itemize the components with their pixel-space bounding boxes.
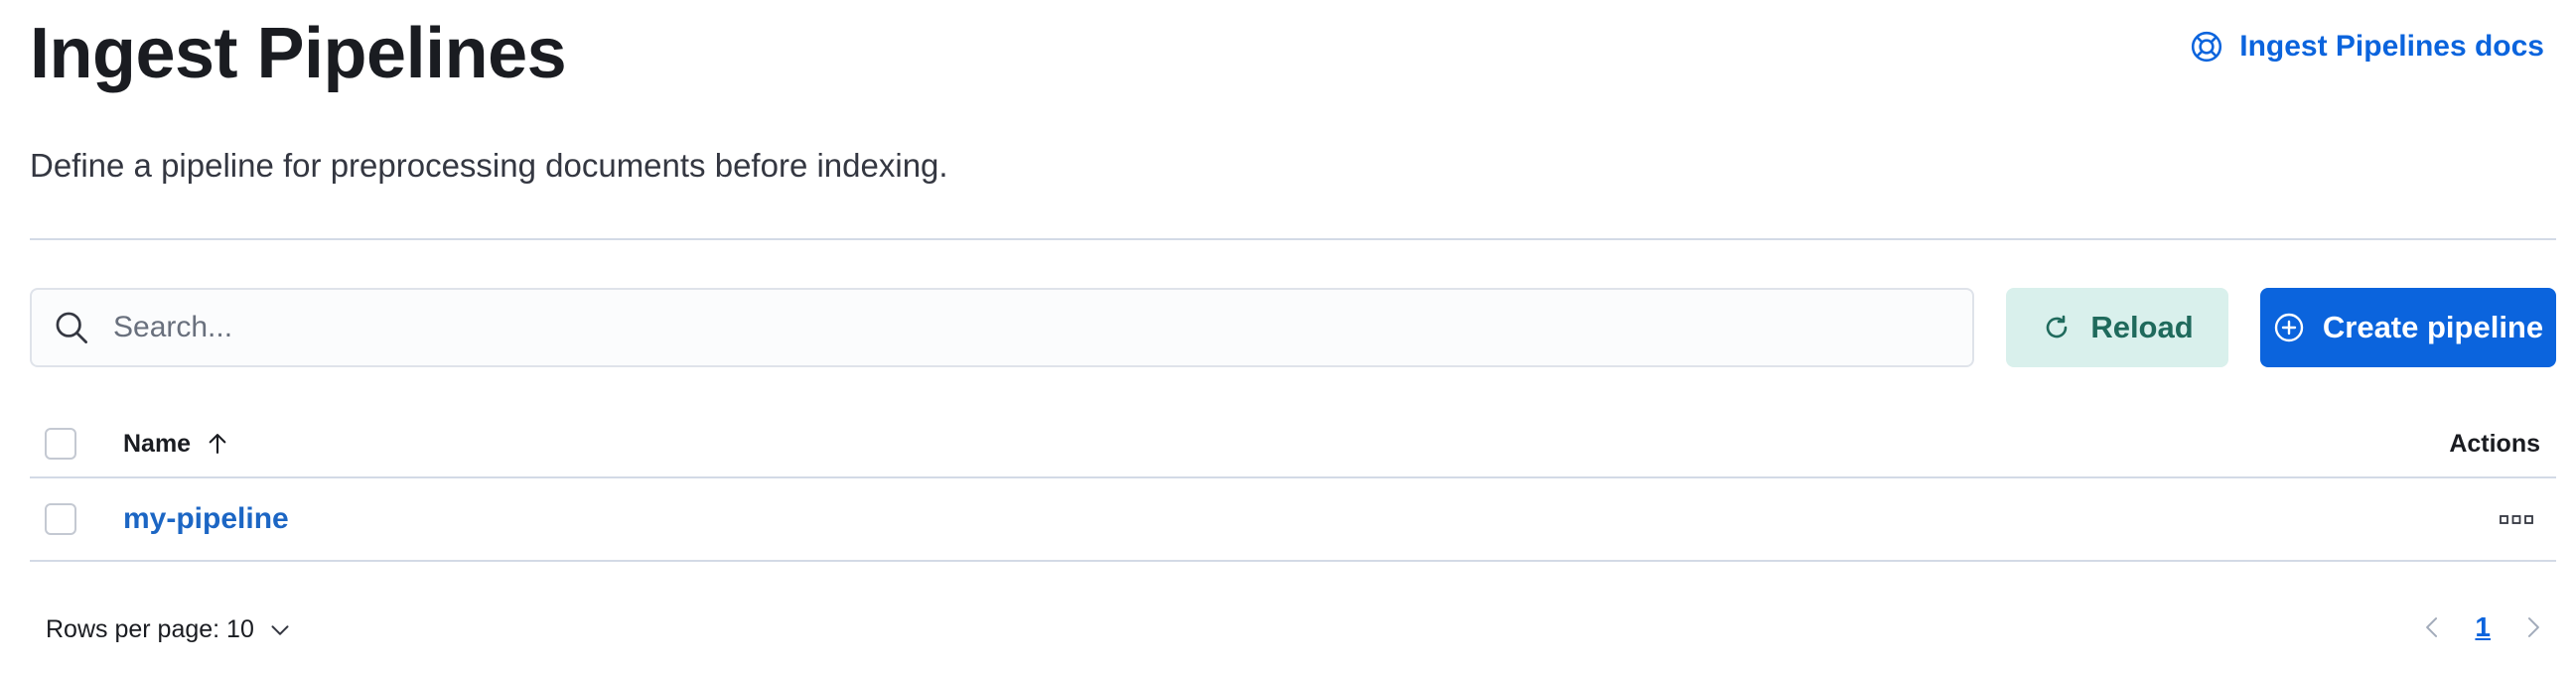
- reload-label: Reload: [2090, 310, 2194, 344]
- docs-link-label: Ingest Pipelines docs: [2239, 30, 2544, 63]
- arrow-up-icon: [205, 431, 230, 457]
- next-page-button[interactable]: [2520, 614, 2546, 640]
- page-number-button[interactable]: 1: [2475, 611, 2491, 643]
- ingest-pipelines-page: Ingest Pipelines Ingest Pipelines docs D…: [0, 0, 2576, 673]
- column-header-name[interactable]: Name: [123, 430, 230, 459]
- rows-per-page-selector[interactable]: Rows per page: 10: [46, 615, 292, 644]
- header-divider: [30, 238, 2556, 240]
- reload-button[interactable]: Reload: [2006, 288, 2228, 367]
- refresh-icon: [2041, 312, 2073, 343]
- search-box[interactable]: [30, 288, 1974, 367]
- chevron-left-icon: [2419, 614, 2445, 640]
- page-description: Define a pipeline for preprocessing docu…: [30, 147, 948, 184]
- row-checkbox[interactable]: [45, 503, 76, 535]
- page-header: Ingest Pipelines Ingest Pipelines docs: [30, 0, 2556, 119]
- table-row: my-pipeline: [30, 478, 2556, 562]
- chevron-down-icon: [268, 618, 292, 642]
- pipeline-name-link[interactable]: my-pipeline: [123, 502, 289, 536]
- docs-link[interactable]: Ingest Pipelines docs: [2190, 30, 2544, 64]
- select-all-checkbox[interactable]: [45, 428, 76, 460]
- previous-page-button[interactable]: [2419, 614, 2445, 640]
- column-header-actions: Actions: [2449, 429, 2540, 458]
- boxes-horizontal-icon: [2499, 512, 2534, 526]
- pagination: 1: [2419, 611, 2546, 643]
- plus-circle-icon: [2273, 312, 2305, 343]
- column-header-name-label: Name: [123, 429, 192, 458]
- table-header: Name Actions: [30, 411, 2556, 478]
- pipelines-table: Name Actions my-pipeline: [30, 411, 2556, 562]
- search-icon: [54, 310, 89, 345]
- chevron-right-icon: [2520, 614, 2546, 640]
- search-input[interactable]: [111, 310, 1899, 345]
- create-pipeline-label: Create pipeline: [2322, 310, 2544, 344]
- lifebuoy-icon: [2190, 30, 2223, 64]
- page-title: Ingest Pipelines: [30, 14, 567, 93]
- rows-per-page-label: Rows per page: 10: [46, 615, 254, 643]
- row-actions-button[interactable]: [2497, 504, 2536, 534]
- create-pipeline-button[interactable]: Create pipeline: [2260, 288, 2556, 367]
